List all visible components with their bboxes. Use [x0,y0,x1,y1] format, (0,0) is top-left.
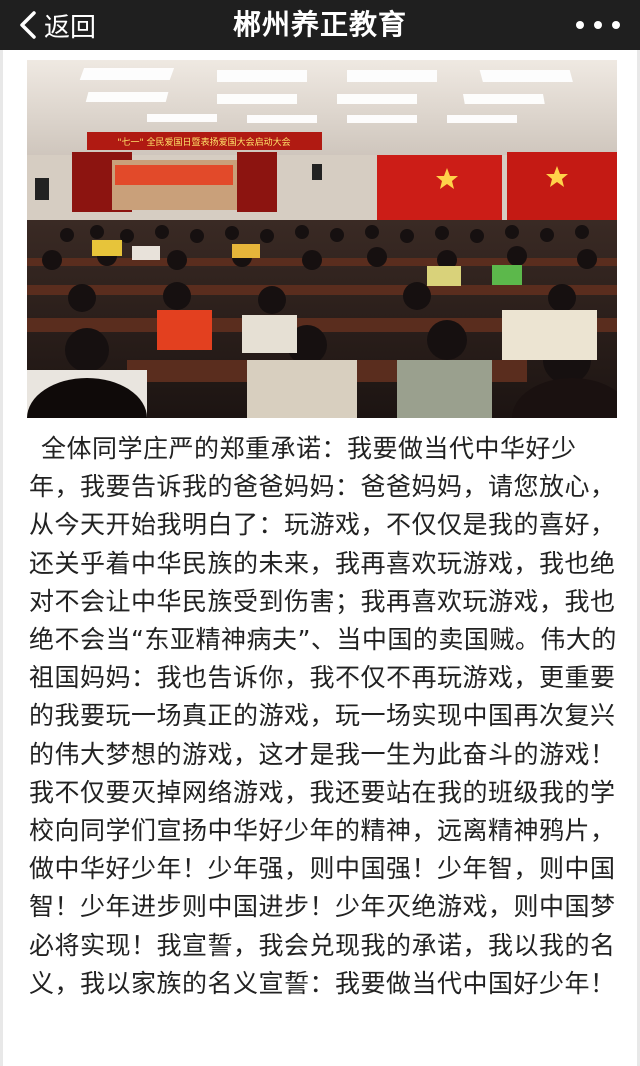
article-body-text: 全体同学庄严的郑重承诺：我要做当代中华好少年，我要告诉我的爸爸妈妈：爸爸妈妈，请… [29,434,617,998]
article-content: "七一" 全民爱国日暨表扬爱国大会启动大会 全体同学庄严的郑重承诺：我要做当代中… [0,50,640,1066]
top-navbar: 返回 郴州养正教育 [0,0,640,50]
more-dot [612,21,620,29]
back-label: 返回 [44,12,97,43]
stage-banner-text: "七一" 全民爱国日暨表扬爱国大会启动大会 [117,136,290,148]
classroom-photo: "七一" 全民爱国日暨表扬爱国大会启动大会 [27,60,617,418]
article-photo: "七一" 全民爱国日暨表扬爱国大会启动大会 [27,60,617,418]
more-dots-icon[interactable] [576,0,620,50]
back-button[interactable]: 返回 [18,0,96,50]
chevron-left-icon [20,11,36,39]
more-dot [594,21,602,29]
more-dot [576,21,584,29]
